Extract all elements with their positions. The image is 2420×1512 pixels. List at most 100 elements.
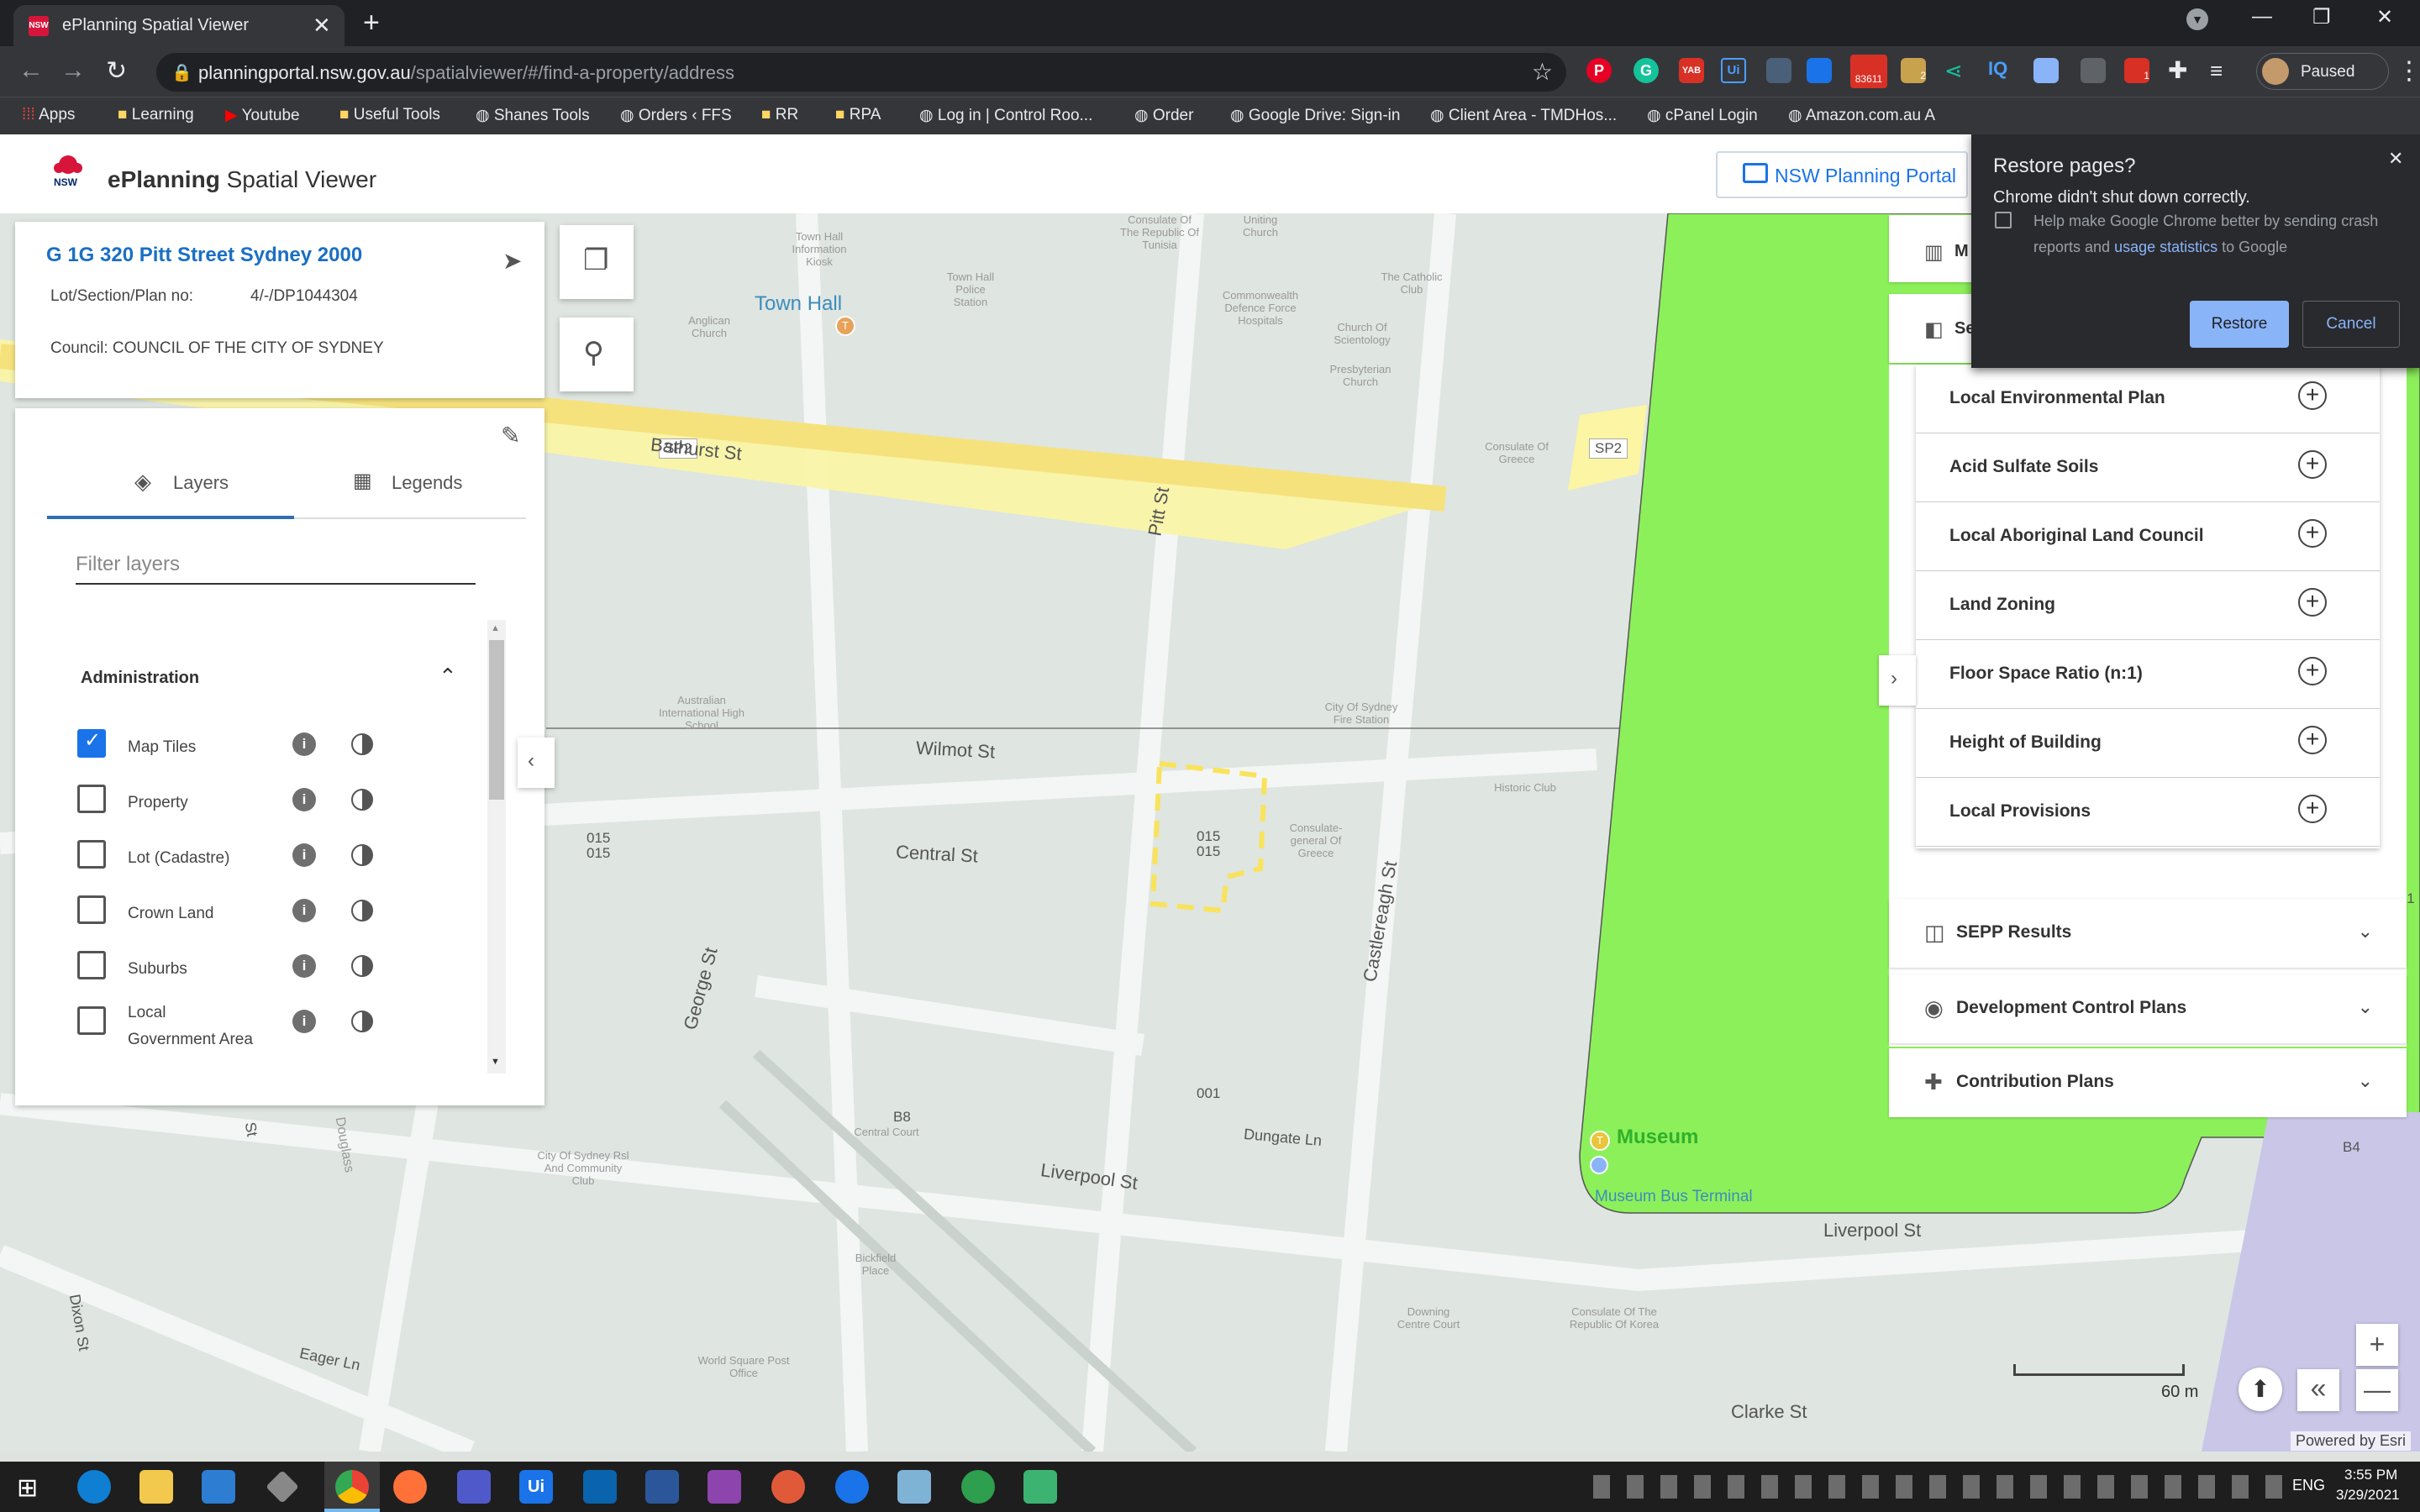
info-icon[interactable]: i	[292, 843, 316, 867]
crash-report-checkbox[interactable]	[1995, 212, 2012, 228]
bookmark-star-icon[interactable]: ☆	[1532, 58, 1553, 86]
mail-badge-icon[interactable]: 83611	[1850, 55, 1887, 88]
firefox-icon[interactable]	[393, 1470, 427, 1504]
layer-row[interactable]: Property i	[15, 771, 486, 827]
bookmark-useful-tools[interactable]: ■ Useful Tools	[339, 106, 440, 124]
back-icon[interactable]: ←	[18, 56, 44, 85]
bookmark-shanes-tools[interactable]: ◍ Shanes Tools	[476, 106, 590, 125]
cancel-button[interactable]: Cancel	[2302, 301, 2400, 348]
planning-item[interactable]: Height of Building +	[1916, 709, 2380, 778]
address-bar[interactable]: 🔒 planningportal.nsw.gov.au/spatialviewe…	[156, 53, 1566, 92]
profile-button[interactable]: Paused	[2256, 53, 2389, 90]
section-contribution-plans[interactable]: ✚ Contribution Plans ⌄	[1889, 1048, 2407, 1117]
navigate-arrow-icon[interactable]: ➤	[502, 247, 522, 275]
bookmark-learning[interactable]: ■ Learning	[118, 106, 194, 124]
filter-layers-input[interactable]: Filter layers	[76, 543, 476, 585]
opacity-icon[interactable]	[351, 789, 373, 811]
bookmark-control-room[interactable]: ◍ Log in | Control Roo...	[919, 106, 1092, 125]
forward-icon[interactable]: →	[60, 56, 86, 85]
poi-town-hall[interactable]: Town Hall	[755, 292, 842, 316]
collapse-toolbar-icon[interactable]: «	[2297, 1369, 2339, 1411]
usage-statistics-link[interactable]: usage statistics	[2114, 239, 2217, 255]
iq-icon[interactable]: IQ	[1988, 58, 2007, 80]
extension-doc-icon[interactable]	[1807, 58, 1832, 83]
bookmark-client-area[interactable]: ◍ Client Area - TMDHos...	[1430, 106, 1617, 125]
layer-row[interactable]: Local Government Area i	[15, 993, 486, 1048]
opacity-icon[interactable]	[351, 844, 373, 866]
layer-checkbox[interactable]: ✓	[77, 729, 106, 758]
bookmark-apps[interactable]: ⁞⁞⁞ Apps	[22, 106, 75, 124]
plus-circle-icon[interactable]: +	[2298, 588, 2327, 617]
nsw-planning-portal-button[interactable]: NSW Planning Portal	[1716, 151, 1968, 198]
reload-icon[interactable]: ↻	[106, 56, 127, 86]
bookmark-cpanel[interactable]: ◍ cPanel Login	[1647, 106, 1758, 125]
windows-start-icon[interactable]: ⊞	[17, 1473, 38, 1503]
chevron-up-icon[interactable]: ⌃	[439, 664, 457, 690]
word-icon[interactable]	[645, 1470, 679, 1504]
bookmark-google-drive[interactable]: ◍ Google Drive: Sign-in	[1230, 106, 1400, 125]
bookmark-order[interactable]: ◍ Order	[1134, 106, 1193, 125]
extension-lock-icon[interactable]	[1766, 58, 1791, 83]
scrollbar[interactable]: ▲ ▼	[487, 620, 506, 1074]
clock-time[interactable]: 3:55 PM	[2344, 1467, 2397, 1483]
uipath-taskbar-icon[interactable]: Ui	[519, 1470, 553, 1504]
info-icon[interactable]: i	[292, 954, 316, 978]
layer-checkbox[interactable]	[77, 840, 106, 869]
app-play-icon[interactable]	[1023, 1470, 1057, 1504]
layer-row[interactable]: Crown Land i	[15, 882, 486, 937]
expand-panel-button[interactable]: ›	[1879, 655, 1916, 706]
minimize-icon[interactable]: —	[2252, 5, 2272, 29]
app-diamond-icon[interactable]	[266, 1470, 299, 1504]
bookmark-youtube[interactable]: ▶ Youtube	[225, 106, 300, 125]
bookmark-rpa[interactable]: ■ RPA	[835, 106, 881, 124]
tab-legends[interactable]: ▦ Legends	[294, 450, 526, 519]
dialog-close-icon[interactable]: ✕	[2388, 148, 2403, 170]
menu-kebab-icon[interactable]: ⋮	[2396, 56, 2420, 86]
info-icon[interactable]: i	[292, 788, 316, 811]
planning-item[interactable]: Floor Space Ratio (n:1) +	[1916, 640, 2380, 709]
layer-checkbox[interactable]	[77, 1006, 106, 1035]
opacity-icon[interactable]	[351, 900, 373, 921]
planning-item[interactable]: Land Zoning +	[1916, 571, 2380, 640]
plus-circle-icon[interactable]: +	[2298, 657, 2327, 685]
plus-circle-icon[interactable]: +	[2298, 450, 2327, 479]
system-tray-icons[interactable]	[1593, 1475, 2282, 1499]
train-station-icon[interactable]: T	[835, 316, 855, 336]
planning-item[interactable]: Acid Sulfate Soils +	[1916, 433, 2380, 502]
poi-museum-bus[interactable]: Museum Bus Terminal	[1595, 1188, 1753, 1206]
layer-row[interactable]: Suburbs i	[15, 937, 486, 993]
scroll-thumb[interactable]	[489, 640, 504, 800]
new-tab-icon[interactable]: +	[363, 7, 380, 39]
copy-button[interactable]: ❐	[560, 225, 634, 299]
planning-item[interactable]: Local Provisions +	[1916, 778, 2380, 847]
reading-list-icon[interactable]: ≡	[2210, 58, 2235, 83]
extension-grey-icon[interactable]	[2081, 58, 2106, 83]
tab-close-icon[interactable]: ✕	[313, 13, 331, 39]
outlook-icon[interactable]	[583, 1470, 617, 1504]
app-green-icon[interactable]	[961, 1470, 995, 1504]
app-blue-icon[interactable]	[835, 1470, 869, 1504]
collapse-panel-button[interactable]: ‹	[518, 738, 555, 788]
language-indicator[interactable]: ENG	[2292, 1477, 2325, 1494]
shield-ext-icon[interactable]	[2033, 58, 2059, 83]
clock-date[interactable]: 3/29/2021	[2336, 1487, 2400, 1504]
uipath-icon[interactable]: Ui	[1721, 58, 1746, 83]
extensions-puzzle-icon[interactable]: ✚	[2168, 58, 2193, 83]
app-house-icon[interactable]	[708, 1470, 741, 1504]
file-explorer-icon[interactable]	[139, 1470, 173, 1504]
section-sepp-results[interactable]: ◫ SEPP Results ⌄	[1889, 899, 2407, 968]
app-notepad-icon[interactable]	[897, 1470, 931, 1504]
scroll-down-icon[interactable]: ▼	[491, 1057, 500, 1067]
plus-circle-icon[interactable]: +	[2298, 795, 2327, 823]
section-development-control-plans[interactable]: ◉ Development Control Plans ⌄	[1889, 974, 2407, 1043]
pinterest-icon[interactable]: P	[1586, 58, 1612, 83]
store-icon[interactable]	[202, 1470, 235, 1504]
map-canvas[interactable]: SP2 SP2 B8 B4 R1 015 015 015 015 001 Bat…	[0, 213, 2420, 1452]
zoom-out-button[interactable]: —	[2356, 1369, 2398, 1411]
info-icon[interactable]: i	[292, 1010, 316, 1033]
edge-icon[interactable]	[77, 1470, 111, 1504]
hide-layers-icon[interactable]: ✎	[501, 422, 520, 449]
opacity-icon[interactable]	[351, 1011, 373, 1032]
zoom-search-button[interactable]: ⚲	[560, 318, 634, 391]
restore-button[interactable]: Restore	[2190, 301, 2289, 348]
